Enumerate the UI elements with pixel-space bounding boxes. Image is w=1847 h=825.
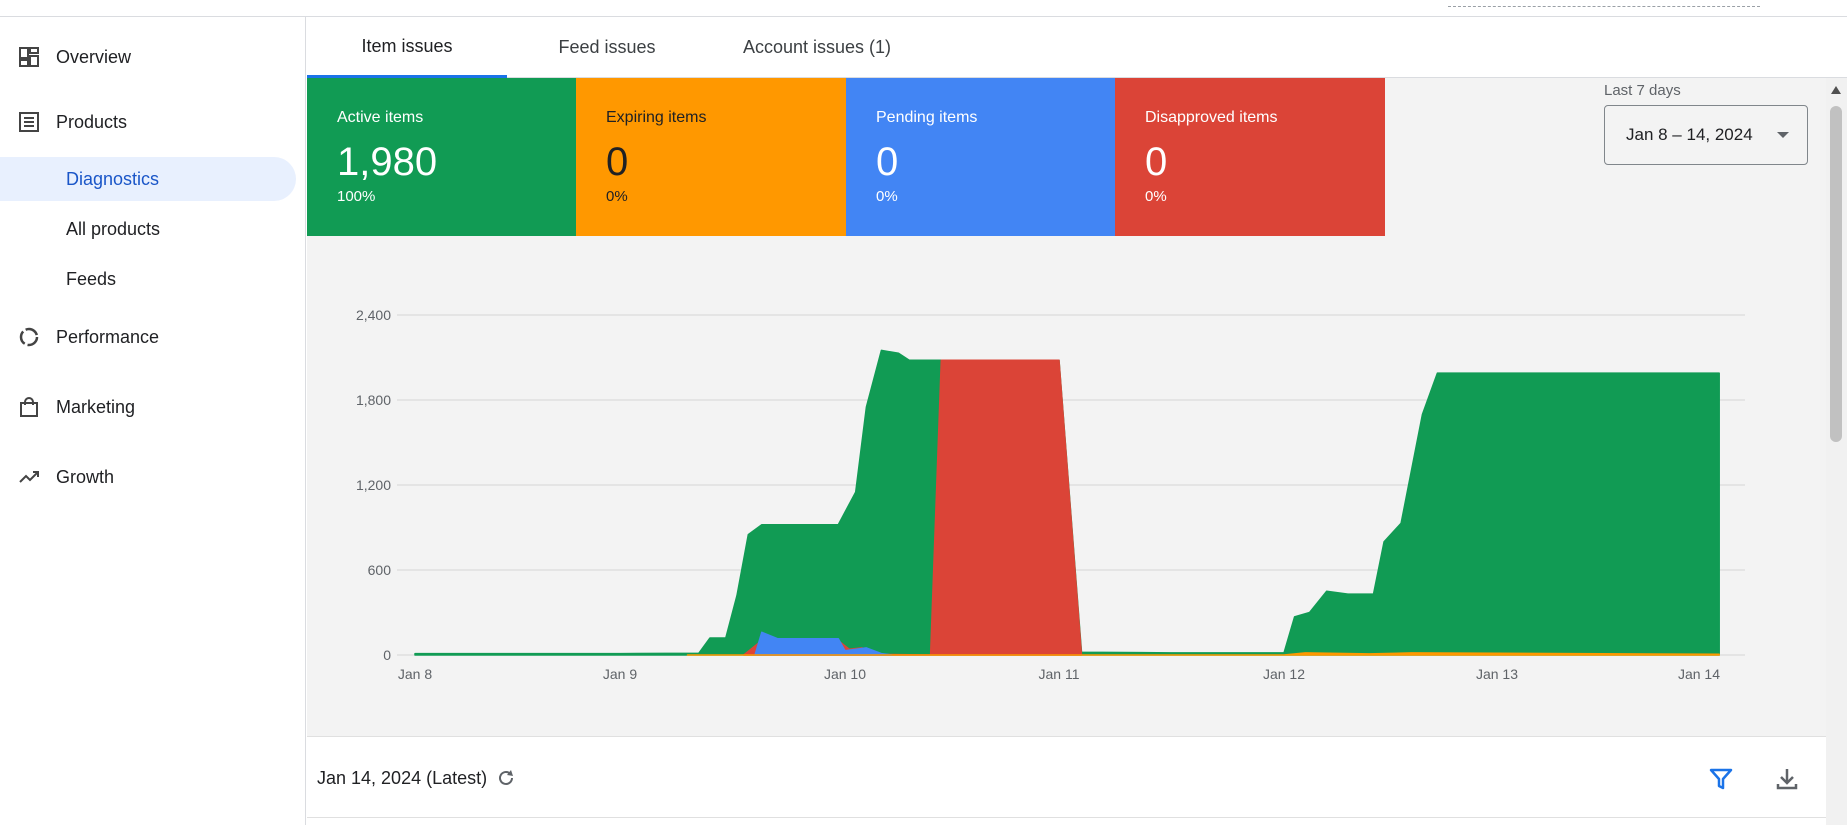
card-label: Disapproved items (1145, 109, 1278, 126)
tab-item-issues[interactable]: Item issues (307, 17, 507, 78)
x-tick-label: Jan 10 (824, 666, 866, 682)
sidebar-item-label: Marketing (56, 396, 136, 417)
sidebar-item-overview[interactable]: Overview (0, 37, 296, 77)
filter-icon[interactable] (1707, 765, 1735, 793)
vertical-scrollbar[interactable] (1826, 78, 1847, 825)
sidebar: Overview Products Diagnostics All produc… (0, 17, 306, 825)
card-percent: 0% (1145, 188, 1167, 205)
sidebar-sub-item-feeds[interactable]: Feeds (0, 257, 296, 301)
sidebar-item-label: Performance (56, 326, 160, 347)
x-tick-label: Jan 11 (1039, 666, 1080, 682)
y-tick-label: 0 (383, 647, 391, 663)
x-tick-label: Jan 8 (398, 666, 432, 682)
card-value: 0 (606, 140, 629, 184)
refresh-icon[interactable] (495, 767, 517, 789)
card-label: Active items (337, 109, 424, 126)
y-tick-label: 2,400 (356, 307, 391, 323)
scroll-thumb[interactable] (1830, 106, 1842, 442)
issue-tabs: Item issues Feed issues Account issues (… (307, 17, 1847, 78)
date-range-value: Jan 8 – 14, 2024 (1626, 125, 1753, 144)
active-items-card[interactable]: Active items 1,980 100% (307, 78, 577, 236)
sidebar-item-marketing[interactable]: Marketing (0, 387, 296, 427)
latest-date-label: Jan 14, 2024 (Latest) (317, 768, 488, 788)
sidebar-sub-item-label: All products (66, 218, 161, 239)
y-tick-label: 1,200 (356, 477, 391, 493)
chevron-down-icon (1777, 132, 1789, 138)
pending-items-card[interactable]: Pending items 0 0% (846, 78, 1116, 236)
card-value: 0 (876, 140, 899, 184)
x-tick-label: Jan 12 (1263, 666, 1305, 682)
card-percent: 0% (606, 188, 628, 205)
card-value: 1,980 (337, 140, 438, 184)
donut-icon (18, 326, 40, 348)
trending-up-icon (18, 466, 40, 488)
list-icon (18, 111, 40, 133)
tab-feed-issues[interactable]: Feed issues (507, 17, 707, 78)
dashboard-icon (18, 46, 40, 68)
sidebar-sub-item-label: Diagnostics (66, 168, 160, 189)
sidebar-item-label: Overview (56, 46, 132, 67)
card-percent: 0% (876, 188, 898, 205)
card-label: Pending items (876, 109, 978, 126)
date-range-caption: Last 7 days (1604, 82, 1681, 99)
clipped-header-link[interactable] (1448, 0, 1760, 7)
card-value: 0 (1145, 140, 1168, 184)
scroll-up-arrow-icon[interactable] (1831, 86, 1841, 94)
tab-account-issues[interactable]: Account issues (1) (707, 17, 927, 78)
top-bar (0, 0, 1847, 17)
sidebar-item-growth[interactable]: Growth (0, 457, 296, 497)
x-tick-label: Jan 9 (603, 666, 637, 682)
shopping-bag-icon (18, 396, 40, 418)
disapproved-items-card[interactable]: Disapproved items 0 0% (1115, 78, 1385, 236)
card-label: Expiring items (606, 109, 707, 126)
x-tick-label: Jan 14 (1678, 666, 1720, 682)
sidebar-item-label: Products (56, 111, 128, 132)
download-icon[interactable] (1773, 765, 1801, 793)
y-tick-label: 600 (368, 562, 392, 578)
expiring-items-card[interactable]: Expiring items 0 0% (576, 78, 846, 236)
sidebar-item-label: Growth (56, 466, 115, 487)
diagnostics-panel: 0 600 1,200 1,800 2,400 Jan 8 Jan 9 Jan 10 Jan 1… (307, 78, 1826, 736)
sidebar-sub-item-all-products[interactable]: All products (0, 207, 296, 251)
date-range-select[interactable]: Jan 8 – 14, 2024 (1604, 105, 1808, 165)
sidebar-item-performance[interactable]: Performance (0, 317, 296, 357)
sidebar-sub-item-label: Feeds (66, 268, 117, 289)
table-toolbar: Jan 14, 2024 (Latest) (307, 736, 1826, 818)
y-tick-label: 1,800 (356, 392, 391, 408)
card-percent: 100% (337, 188, 376, 205)
sidebar-sub-item-diagnostics[interactable]: Diagnostics (0, 157, 296, 201)
x-tick-label: Jan 13 (1476, 666, 1518, 682)
sidebar-item-products[interactable]: Products (0, 102, 296, 142)
